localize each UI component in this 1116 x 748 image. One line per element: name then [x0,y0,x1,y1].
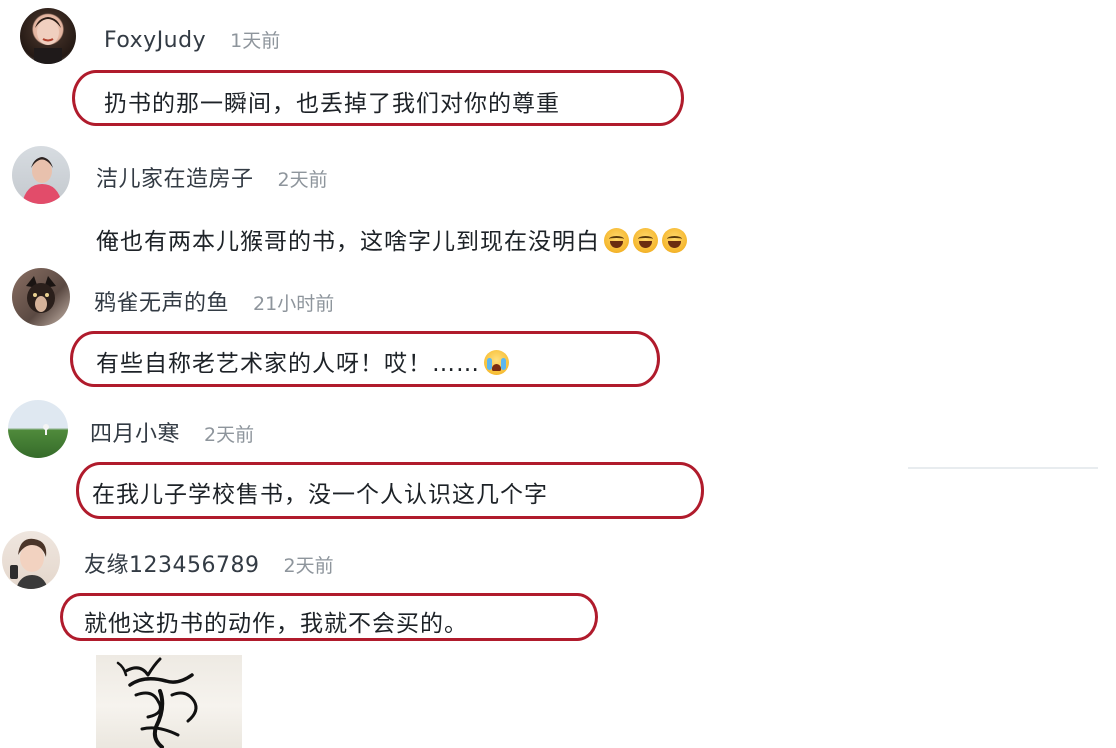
comment-text: 有些自称老艺术家的人呀！哎！…… [96,344,509,378]
avatar[interactable] [2,531,60,589]
comment-text-content: 俺也有两本儿猴哥的书，这啥字儿到现在没明白 [96,229,600,255]
comment-meta: 四月小寒 2天前 [90,416,254,448]
timestamp: 2天前 [283,555,334,577]
avatar-portrait [10,538,48,589]
laughing-tears-icon [633,228,658,253]
username[interactable]: 洁儿家在造房子 [96,161,254,193]
calligraphy-image[interactable] [96,655,242,748]
divider [908,467,1098,469]
timestamp: 1天前 [230,30,281,52]
avatar[interactable] [20,8,76,64]
avatar-portrait [43,424,49,435]
username[interactable]: 四月小寒 [90,416,180,448]
laughing-tears-icon [604,228,629,253]
comment-text: 在我儿子学校售书，没一个人认识这几个字 [92,482,548,508]
timestamp: 2天前 [277,169,328,191]
avatar[interactable] [12,146,70,204]
crying-icon [484,350,509,375]
username[interactable]: FoxyJudy [104,28,206,53]
avatar-portrait [34,17,62,64]
username[interactable]: 友缘123456789 [84,547,259,579]
comment-text: 俺也有两本儿猴哥的书，这啥字儿到现在没明白 [96,222,687,256]
timestamp: 21小时前 [253,293,335,315]
laughing-tears-icon [662,228,687,253]
username[interactable]: 鸦雀无声的鱼 [94,285,229,317]
avatar[interactable] [8,400,68,458]
comment-meta: 鸦雀无声的鱼 21小时前 [94,285,334,317]
avatar[interactable] [12,268,70,326]
comment-text: 就他这扔书的动作，我就不会买的。 [84,611,468,637]
comment-meta: 友缘123456789 2天前 [84,547,334,579]
avatar-portrait [26,276,56,313]
comment-text-content: 有些自称老艺术家的人呀！哎！…… [96,351,480,377]
avatar-portrait [22,157,62,204]
comment-text: 扔书的那一瞬间，也丢掉了我们对你的尊重 [104,91,560,117]
comment-meta: FoxyJudy 1天前 [104,26,280,53]
comment-meta: 洁儿家在造房子 2天前 [96,161,328,193]
calligraphy-strokes [116,657,198,748]
timestamp: 2天前 [204,424,255,446]
